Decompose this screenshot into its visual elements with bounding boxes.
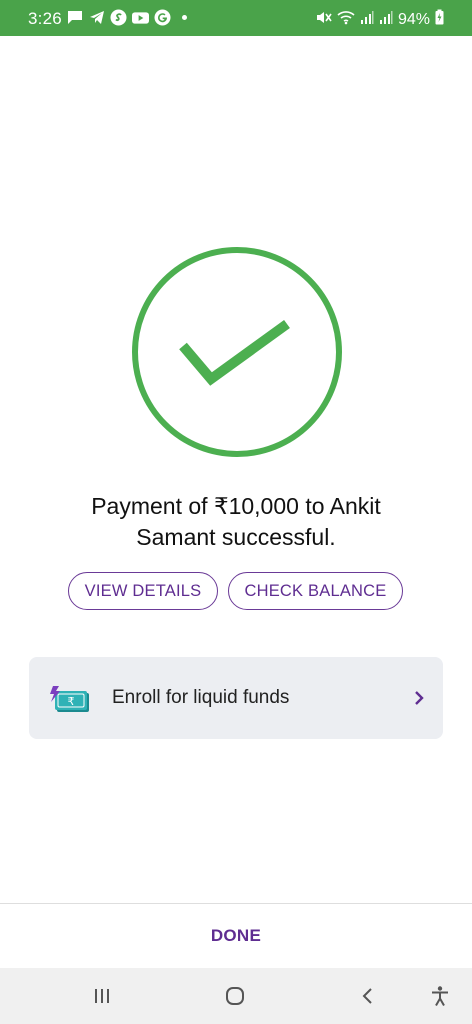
svg-text:₹: ₹	[68, 695, 75, 708]
liquid-funds-icon: ₹	[49, 684, 91, 714]
signal-icon	[379, 10, 393, 30]
google-icon	[154, 9, 171, 26]
message-icon	[66, 9, 83, 26]
view-details-button[interactable]: VIEW DETAILS	[68, 572, 218, 610]
youtube-icon	[132, 9, 149, 26]
system-status: 94%	[316, 9, 444, 30]
status-bar: 3:26 94%	[0, 0, 472, 36]
enroll-liquid-funds-card[interactable]: ₹ Enroll for liquid funds	[29, 657, 443, 739]
message-line-2: Samant successful.	[136, 524, 336, 550]
signal-icon	[360, 10, 374, 30]
payment-success-message: Payment of ₹10,000 to Ankit Samant succe…	[40, 491, 432, 553]
check-balance-button[interactable]: CHECK BALANCE	[228, 572, 403, 610]
recents-icon[interactable]	[90, 984, 114, 1008]
status-time: 3:26	[28, 9, 62, 28]
mute-icon	[316, 10, 332, 30]
dot-icon	[182, 15, 187, 20]
notification-icons	[66, 9, 187, 26]
telegram-icon	[88, 9, 105, 26]
chevron-right-icon	[413, 690, 425, 706]
wifi-icon	[337, 10, 355, 30]
battery-charging-icon	[435, 9, 444, 30]
system-nav-bar	[0, 968, 472, 1024]
shazam-icon	[110, 9, 127, 26]
done-button[interactable]: DONE	[186, 918, 286, 954]
footer-divider	[0, 903, 472, 904]
accessibility-icon[interactable]	[428, 984, 452, 1008]
home-icon[interactable]	[223, 984, 247, 1008]
check-circle-icon	[131, 246, 343, 458]
back-icon[interactable]	[356, 984, 380, 1008]
enroll-label: Enroll for liquid funds	[112, 687, 290, 708]
message-line-1: Payment of ₹10,000 to Ankit	[91, 493, 381, 519]
battery-percent: 94%	[397, 10, 430, 28]
